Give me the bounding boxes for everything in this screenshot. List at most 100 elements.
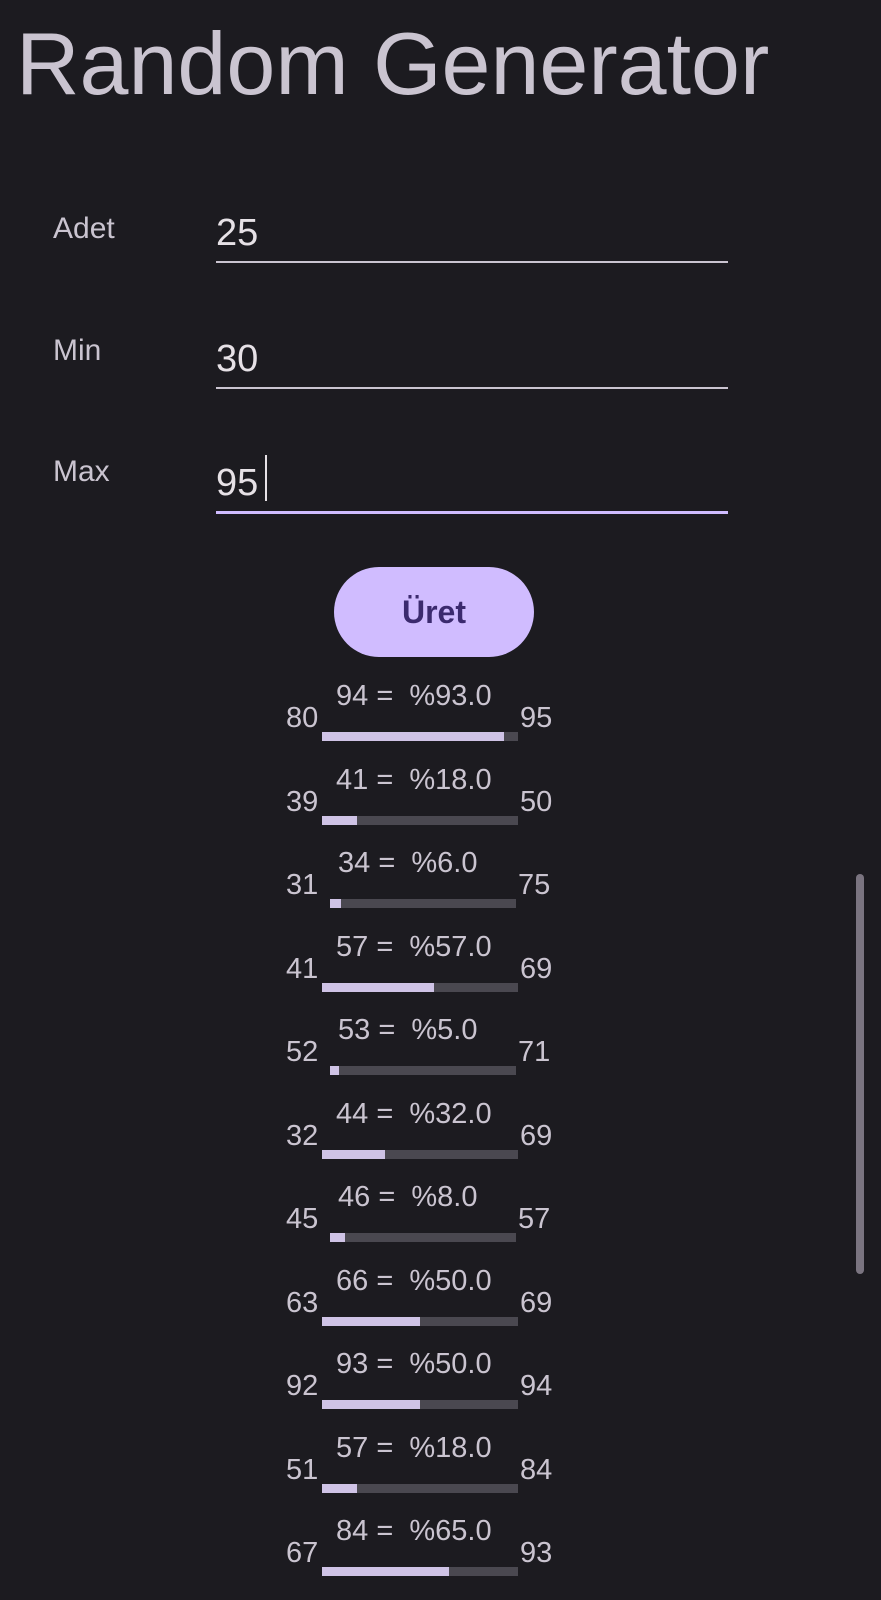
row-percent: %18.0 bbox=[409, 764, 492, 796]
row-progress-bar bbox=[322, 816, 518, 825]
row-min-value: 51 bbox=[286, 1454, 319, 1486]
row-progress-fill bbox=[330, 899, 342, 908]
row-progress-fill bbox=[322, 816, 358, 825]
row-random-value: 46 bbox=[338, 1181, 371, 1213]
row-equals-sign: = bbox=[368, 1265, 410, 1297]
app-screen: Random Generator Adet Min Max Üret 80 94 … bbox=[0, 0, 881, 1600]
row-max-value: 94 bbox=[520, 1370, 553, 1402]
row-percent: %6.0 bbox=[411, 847, 478, 879]
result-row: 80 94 = %93.0 95 bbox=[286, 680, 606, 754]
row-progress-fill bbox=[322, 1567, 450, 1576]
row-progress-fill bbox=[322, 732, 505, 741]
row-progress-bar bbox=[322, 1150, 518, 1159]
row-progress-fill bbox=[330, 1233, 345, 1242]
row-min-value: 45 bbox=[286, 1203, 319, 1235]
row-random-value: 57 bbox=[336, 1432, 369, 1464]
count-input[interactable] bbox=[216, 205, 728, 263]
count-label: Adet bbox=[53, 212, 115, 245]
row-progress-bar bbox=[322, 1317, 518, 1326]
row-caption: 57 = %18.0 bbox=[336, 1432, 492, 1465]
row-progress-bar bbox=[330, 1066, 516, 1075]
row-equals-sign: = bbox=[370, 847, 412, 879]
row-max-value: 57 bbox=[518, 1203, 551, 1235]
min-input[interactable] bbox=[216, 331, 728, 389]
row-equals-sign: = bbox=[368, 931, 410, 963]
row-percent: %32.0 bbox=[409, 1098, 492, 1130]
row-max-value: 84 bbox=[520, 1454, 553, 1486]
row-percent: %8.0 bbox=[411, 1181, 478, 1213]
row-equals-sign: = bbox=[368, 680, 410, 712]
row-random-value: 53 bbox=[338, 1014, 371, 1046]
row-caption: 66 = %50.0 bbox=[336, 1265, 492, 1298]
row-max-value: 69 bbox=[520, 1287, 553, 1319]
row-caption: 57 = %57.0 bbox=[336, 931, 492, 964]
row-percent: %50.0 bbox=[409, 1265, 492, 1297]
row-equals-sign: = bbox=[368, 1432, 410, 1464]
result-row: 52 53 = %5.0 71 bbox=[286, 1014, 606, 1088]
row-caption: 41 = %18.0 bbox=[336, 764, 492, 797]
max-input[interactable] bbox=[216, 455, 728, 514]
row-min-value: 52 bbox=[286, 1036, 319, 1068]
row-progress-bar bbox=[330, 1233, 516, 1242]
row-max-value: 75 bbox=[518, 869, 551, 901]
row-random-value: 84 bbox=[336, 1515, 369, 1547]
row-percent: %18.0 bbox=[409, 1432, 492, 1464]
result-row: 67 84 = %65.0 93 bbox=[286, 1515, 606, 1589]
row-random-value: 66 bbox=[336, 1265, 369, 1297]
row-random-value: 93 bbox=[336, 1348, 369, 1380]
row-progress-bar bbox=[322, 983, 518, 992]
row-caption: 93 = %50.0 bbox=[336, 1348, 492, 1381]
max-label: Max bbox=[53, 455, 110, 488]
row-max-value: 93 bbox=[520, 1537, 553, 1569]
result-row: 51 57 = %18.0 84 bbox=[286, 1432, 606, 1506]
row-percent: %65.0 bbox=[409, 1515, 492, 1547]
row-max-value: 95 bbox=[520, 702, 553, 734]
row-equals-sign: = bbox=[368, 1348, 410, 1380]
row-min-value: 41 bbox=[286, 953, 319, 985]
result-row: 92 93 = %50.0 94 bbox=[286, 1348, 606, 1422]
result-row: 39 41 = %18.0 50 bbox=[286, 764, 606, 838]
row-percent: %93.0 bbox=[409, 680, 492, 712]
row-caption: 46 = %8.0 bbox=[338, 1181, 477, 1214]
row-progress-bar bbox=[322, 1567, 518, 1576]
row-progress-bar bbox=[322, 1400, 518, 1409]
row-percent: %5.0 bbox=[411, 1014, 478, 1046]
row-progress-fill bbox=[322, 983, 434, 992]
row-progress-fill bbox=[322, 1400, 420, 1409]
row-max-value: 50 bbox=[520, 786, 553, 818]
row-progress-bar bbox=[330, 899, 516, 908]
row-equals-sign: = bbox=[368, 1515, 410, 1547]
row-random-value: 94 bbox=[336, 680, 369, 712]
row-equals-sign: = bbox=[370, 1181, 412, 1213]
row-progress-fill bbox=[322, 1317, 420, 1326]
row-random-value: 41 bbox=[336, 764, 369, 796]
row-min-value: 80 bbox=[286, 702, 319, 734]
row-min-value: 39 bbox=[286, 786, 319, 818]
row-min-value: 32 bbox=[286, 1120, 319, 1152]
scrollbar[interactable] bbox=[856, 874, 864, 1274]
row-caption: 84 = %65.0 bbox=[336, 1515, 492, 1548]
result-row: 45 46 = %8.0 57 bbox=[286, 1181, 606, 1255]
row-caption: 94 = %93.0 bbox=[336, 680, 492, 713]
row-equals-sign: = bbox=[370, 1014, 412, 1046]
row-progress-fill bbox=[322, 1484, 358, 1493]
min-label: Min bbox=[53, 334, 102, 367]
app-title: Random Generator bbox=[16, 14, 770, 113]
row-caption: 53 = %5.0 bbox=[338, 1014, 477, 1047]
row-min-value: 31 bbox=[286, 869, 319, 901]
row-max-value: 71 bbox=[518, 1036, 551, 1068]
text-caret bbox=[265, 455, 267, 501]
row-progress-bar bbox=[322, 1484, 518, 1493]
generate-button[interactable]: Üret bbox=[334, 567, 534, 657]
row-max-value: 69 bbox=[520, 953, 553, 985]
row-progress-fill bbox=[330, 1066, 340, 1075]
row-max-value: 69 bbox=[520, 1120, 553, 1152]
row-random-value: 44 bbox=[336, 1098, 369, 1130]
row-percent: %57.0 bbox=[409, 931, 492, 963]
row-random-value: 34 bbox=[338, 847, 371, 879]
row-min-value: 92 bbox=[286, 1370, 319, 1402]
result-row: 32 44 = %32.0 69 bbox=[286, 1098, 606, 1172]
row-percent: %50.0 bbox=[409, 1348, 492, 1380]
row-progress-bar bbox=[322, 732, 518, 741]
row-random-value: 57 bbox=[336, 931, 369, 963]
